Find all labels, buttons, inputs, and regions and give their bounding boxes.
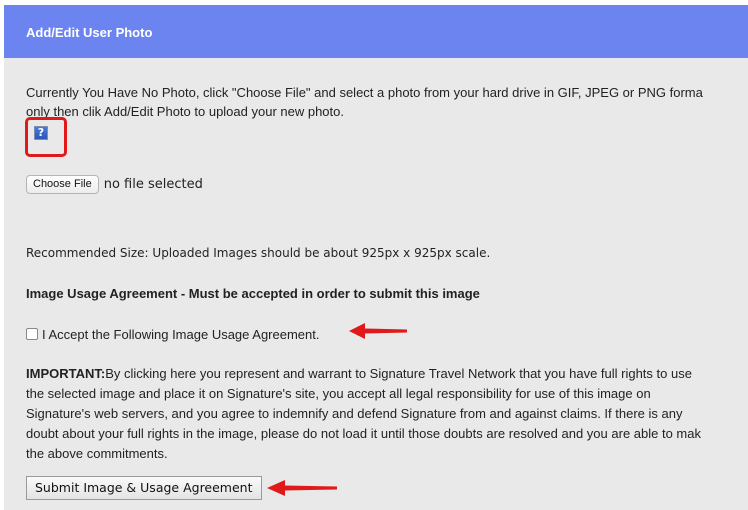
choose-file-button[interactable]: Choose File bbox=[26, 174, 99, 194]
important-line-2: the selected image and place it on Signa… bbox=[26, 386, 651, 401]
panel-header: Add/Edit User Photo bbox=[4, 5, 748, 58]
annotation-arrow-icon bbox=[267, 480, 337, 496]
broken-image-icon: ? bbox=[34, 126, 48, 140]
submit-agreement-button[interactable]: Submit Image & Usage Agreement bbox=[26, 476, 262, 500]
important-label: IMPORTANT: bbox=[26, 366, 106, 381]
annotation-arrow-icon bbox=[349, 323, 407, 339]
accept-checkbox-label[interactable]: I Accept the Following Image Usage Agree… bbox=[42, 327, 320, 342]
instructions: Currently You Have No Photo, click "Choo… bbox=[26, 83, 748, 121]
instructions-line-1: Currently You Have No Photo, click "Choo… bbox=[26, 85, 703, 100]
important-line-4: doubt about your full rights in the imag… bbox=[26, 426, 701, 441]
important-line-5: the above commitments. bbox=[26, 446, 168, 461]
important-line-3: Signature's web servers, and you agree t… bbox=[26, 406, 683, 421]
accept-agreement-row[interactable]: I Accept the Following Image Usage Agree… bbox=[26, 325, 320, 343]
instructions-line-2: only then clik Add/Edit Photo to upload … bbox=[26, 104, 344, 119]
file-status: no file selected bbox=[103, 176, 203, 192]
recommended-size-text: Recommended Size: Uploaded Images should… bbox=[26, 246, 491, 260]
panel-title: Add/Edit User Photo bbox=[26, 25, 153, 40]
important-notice: IMPORTANT:By clicking here you represent… bbox=[26, 364, 748, 464]
file-input[interactable]: Choose File no file selected bbox=[26, 173, 203, 195]
important-line-1: By clicking here you represent and warra… bbox=[105, 366, 692, 381]
photo-panel: Add/Edit User Photo Currently You Have N… bbox=[4, 5, 748, 510]
accept-checkbox[interactable] bbox=[26, 328, 38, 340]
agreement-heading: Image Usage Agreement - Must be accepted… bbox=[26, 286, 480, 301]
